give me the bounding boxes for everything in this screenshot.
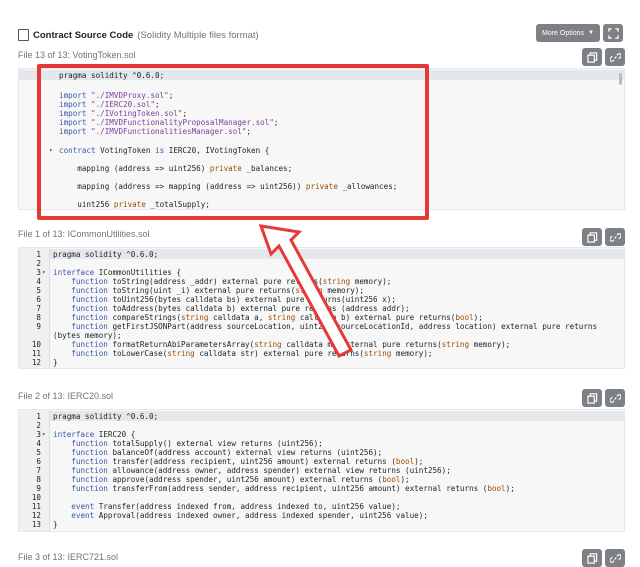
more-options-button[interactable]: More Options ▼ <box>536 24 600 42</box>
code-line: pragma solidity ^0.6.0; <box>53 412 159 421</box>
line-number: 12 <box>31 358 41 367</box>
section-header: Contract Source Code (Solidity Multiple … <box>18 28 259 42</box>
more-options-label: More Options <box>542 29 585 37</box>
line-number: 1 <box>36 412 41 421</box>
code-line: } <box>53 358 58 367</box>
line-number: 4 <box>36 439 41 448</box>
line-number: 5 <box>36 286 41 295</box>
line-number: 11 <box>31 502 41 511</box>
line-number: 4 <box>36 277 41 286</box>
line-number: 2 <box>36 421 41 430</box>
line-number: 3 <box>36 268 41 277</box>
fullscreen-icon <box>607 27 619 39</box>
line-number: 1 <box>36 250 41 259</box>
line-number: 10 <box>31 493 41 502</box>
line-number: 12 <box>31 511 41 520</box>
copy-button[interactable] <box>582 48 602 66</box>
code-line: (bytes memory); <box>53 331 122 340</box>
page-subtitle: (Solidity Multiple files format) <box>137 29 259 41</box>
line-number: 8 <box>36 313 41 322</box>
code-line: function transfer(address recipient, uin… <box>71 457 424 466</box>
code-line: function transferFrom(address sender, ad… <box>71 484 515 493</box>
fold-arrow-icon[interactable]: ▾ <box>42 269 46 276</box>
fold-arrow-icon[interactable]: ▾ <box>42 431 46 438</box>
link-button[interactable] <box>605 389 625 407</box>
code-line: interface ICommonUtilities { <box>53 268 182 277</box>
code-line: function allowance(address owner, addres… <box>71 466 451 475</box>
link-button[interactable] <box>605 549 625 567</box>
code-line: function toLowerCase(string calldata str… <box>71 349 433 358</box>
copy-button[interactable] <box>582 228 602 246</box>
file-code-icon <box>18 29 29 41</box>
link-icon <box>609 232 621 242</box>
line-number: 2 <box>36 259 41 268</box>
line-number: 6 <box>36 295 41 304</box>
arrow-annotation-icon <box>258 224 354 358</box>
line-number: 13 <box>31 520 41 529</box>
code-line: interface IERC20 { <box>53 430 136 439</box>
file-title: File 2 of 13: IERC20.sol <box>18 391 114 401</box>
code-editor-file-2[interactable]: 1 pragma solidity ^0.6.0; 2 3 interface IERC… <box>18 409 625 532</box>
copy-icon <box>586 552 597 564</box>
link-button[interactable] <box>605 48 625 66</box>
copy-button[interactable] <box>582 549 602 567</box>
line-number: 9 <box>36 484 41 493</box>
file-title: File 1 of 13: ICommonUtilities.sol <box>18 229 150 239</box>
line-number: 9 <box>36 322 41 331</box>
code-line: } <box>53 520 58 529</box>
line-number: 11 <box>31 349 41 358</box>
line-number: 10 <box>31 340 41 349</box>
line-number: 7 <box>36 466 41 475</box>
line-number: 6 <box>36 457 41 466</box>
page-title: Contract Source Code <box>33 29 134 41</box>
line-number: 8 <box>36 475 41 484</box>
code-line: event Transfer(address indexed from, add… <box>71 502 401 511</box>
code-line: function approve(address spender, uint25… <box>71 475 410 484</box>
code-line: function balanceOf(address account) exte… <box>71 448 383 457</box>
line-number: 5 <box>36 448 41 457</box>
highlight-annotation-box <box>37 64 429 220</box>
copy-icon <box>586 392 597 404</box>
link-button[interactable] <box>605 228 625 246</box>
scrollbar[interactable] <box>619 73 622 85</box>
copy-button[interactable] <box>582 389 602 407</box>
file-title: File 13 of 13: VotingToken.sol <box>18 50 136 60</box>
line-number: 3 <box>36 430 41 439</box>
caret-down-icon: ▼ <box>588 30 594 36</box>
code-line: pragma solidity ^0.6.0; <box>53 250 159 259</box>
code-line: function totalSupply() external view ret… <box>71 439 323 448</box>
copy-icon <box>586 51 597 63</box>
link-icon <box>609 52 621 62</box>
code-line: event Approval(address indexed owner, ad… <box>71 511 428 520</box>
copy-icon <box>586 231 597 243</box>
file-title: File 3 of 13: IERC721.sol <box>18 552 119 562</box>
link-icon <box>609 393 621 403</box>
fullscreen-button[interactable] <box>603 24 623 42</box>
link-icon <box>609 553 621 563</box>
line-number: 7 <box>36 304 41 313</box>
